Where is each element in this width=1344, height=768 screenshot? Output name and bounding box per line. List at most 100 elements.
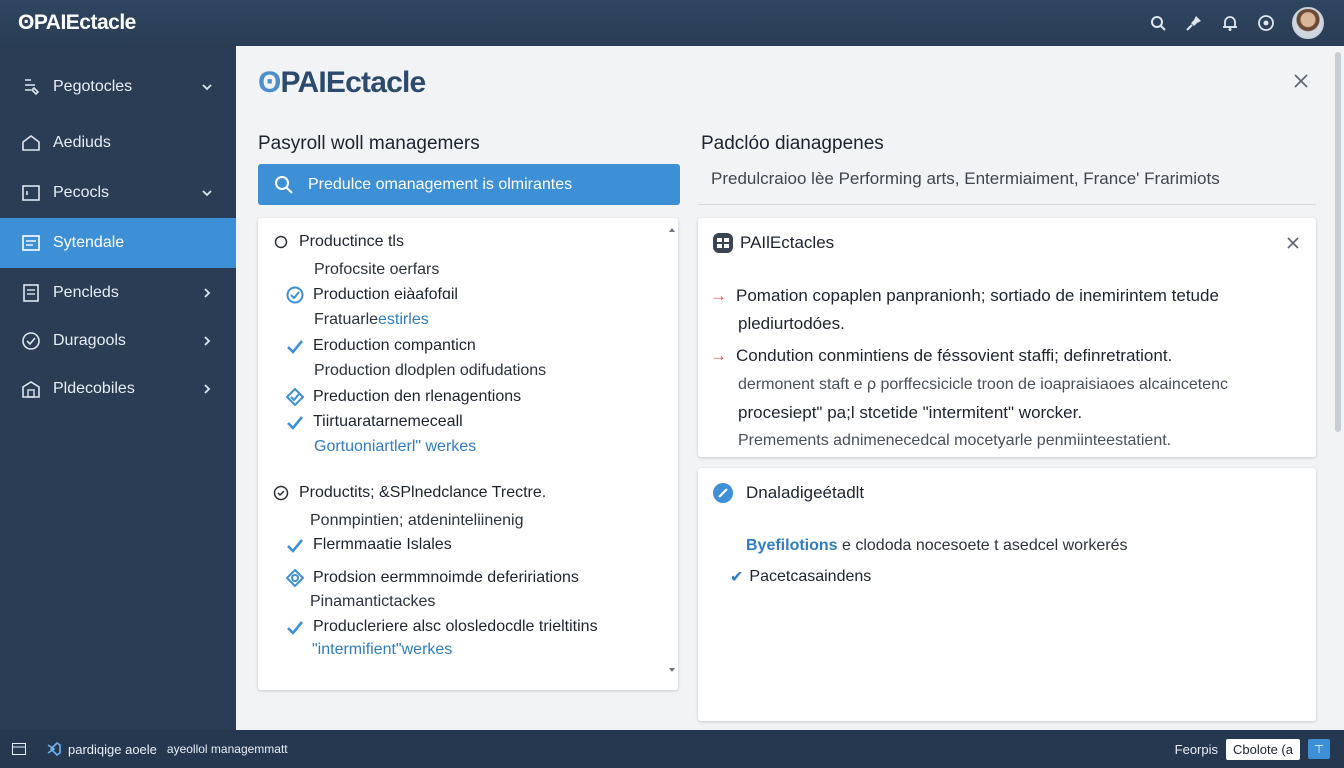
- list-group-header[interactable]: Productits; &SPlnedclance Trectre.: [272, 484, 546, 502]
- radio-check-icon: [272, 484, 290, 502]
- status-right: Feorpis Cbolote (a ⊤: [1175, 730, 1330, 768]
- divider: [698, 204, 1316, 205]
- search-text: Predulce omanagement is olmirantes: [308, 175, 573, 193]
- scroll-up-icon[interactable]: [668, 226, 676, 234]
- detail-card: Dnaladigeétadlt Byefilotions e clododa n…: [698, 468, 1316, 721]
- alert-bullet: → Pomation copaplen panpranionh; sortiado…: [710, 286, 1219, 305]
- check-icon: [286, 618, 304, 636]
- check-sparkle-icon: [286, 569, 304, 587]
- edit-circle-icon: [712, 482, 734, 504]
- sidebar-item-label: Pegotocles: [53, 78, 133, 95]
- close-icon[interactable]: [1292, 72, 1310, 90]
- list-item[interactable]: Tiirtuaratarnemeceall: [286, 413, 463, 431]
- square-icon: [20, 182, 42, 204]
- check-icon: [286, 337, 304, 355]
- check-circle-icon: [286, 286, 304, 304]
- card-text: procesiept" pa;l stcetide "intermitent" …: [738, 403, 1083, 422]
- sidebar-item-pencleds[interactable]: Pencleds: [0, 268, 236, 318]
- search-icon: [275, 175, 293, 194]
- avatar[interactable]: [1292, 7, 1324, 39]
- bell-icon[interactable]: [1220, 13, 1240, 33]
- list-link[interactable]: Gortuoniartlerl" werkes: [314, 438, 476, 456]
- chevron-down-icon[interactable]: [200, 186, 214, 200]
- sidebar-item-label: Duragools: [53, 332, 126, 349]
- list-item[interactable]: Producleriere alsc olosledocdle trieltit…: [286, 618, 598, 636]
- list-item[interactable]: Prodsion eermmnoimde defeririations: [286, 569, 579, 587]
- chevron-right-icon[interactable]: [200, 286, 214, 300]
- arrow-right-icon: →: [710, 286, 727, 305]
- top-bar: ʘPAIEctacle: [0, 0, 1344, 46]
- main-scrollbar[interactable]: [1332, 46, 1344, 730]
- calendar-grid-icon: [20, 232, 42, 254]
- check-icon: [286, 413, 304, 431]
- vscode-icon: [46, 741, 62, 757]
- home-icon: [20, 132, 42, 154]
- search-input[interactable]: Predulce omanagement is olmirantes: [258, 164, 680, 205]
- brand-logo[interactable]: ʘPAIEctacle: [18, 11, 136, 35]
- card-text: plediurtodóes.: [738, 314, 845, 333]
- list-item: Production dlodplen odifudations: [314, 362, 547, 379]
- arrow-right-icon: →: [710, 346, 727, 365]
- scroll-down-icon[interactable]: [668, 666, 676, 674]
- production-list-panel[interactable]: Productince tls Profocsite oerfars Produ…: [258, 218, 678, 690]
- list-link[interactable]: "intermifient"werkes: [312, 641, 452, 659]
- status-label[interactable]: pardiqige aoele: [68, 742, 157, 757]
- list-item[interactable]: Production eiàafofɑil: [286, 286, 458, 304]
- list-item: Ponmpintien; atdeninteliinenig: [310, 512, 524, 529]
- list-group-header[interactable]: Productince tls: [272, 233, 404, 251]
- list-item: Pinamantictackes: [310, 593, 436, 610]
- list-item[interactable]: Flermmaatie Islales: [286, 536, 452, 554]
- sidebar-item-label: Pecocls: [53, 184, 110, 201]
- sidebar-item-pldecobiles[interactable]: Pldecobiles: [0, 364, 236, 414]
- sidebar-item-sytendale[interactable]: Sytendale: [0, 218, 236, 268]
- status-badge[interactable]: Cbolote (a: [1226, 738, 1300, 760]
- alert-bullet: → Condution conmintiens de féssovient sta…: [710, 346, 1173, 365]
- info-card: PAIlEctacles → Pomation copaplen panprani…: [698, 218, 1316, 457]
- top-icons: [1148, 0, 1344, 46]
- logo-mark-icon: ʘ: [258, 66, 281, 99]
- sidebar-item-aediuds[interactable]: Aediuds: [0, 118, 236, 168]
- status-sub: ayeollol managemmatt: [166, 742, 288, 756]
- list-item[interactable]: Preduction den rlenagentions: [286, 388, 521, 406]
- tools-icon: [20, 76, 42, 98]
- list-item: Fratuarle estirles: [314, 311, 429, 328]
- sidebar-item-duragools[interactable]: Duragools: [0, 318, 236, 364]
- pin-icon[interactable]: [1184, 13, 1204, 33]
- document-icon: [20, 282, 42, 304]
- card-text: dermonent staft e ρ porffecsicicle troon…: [738, 376, 1228, 393]
- sidebar-item-pecocls[interactable]: Pecocls: [0, 168, 236, 218]
- close-icon[interactable]: [1286, 236, 1300, 250]
- chevron-down-icon[interactable]: [200, 80, 214, 94]
- checked-item[interactable]: ✔ Pacetcasaindens: [730, 567, 871, 587]
- sidebar-item-label: Pldecobiles: [53, 380, 135, 397]
- check-icon: [286, 536, 304, 554]
- right-column-title: Padclóo dianagpenes: [701, 133, 884, 154]
- left-column-title: Pasyroll woll managemers: [258, 133, 480, 154]
- scroll-thumb[interactable]: [1335, 52, 1341, 432]
- status-bar: pardiqige aoele ayeollol managemmatt Feo…: [0, 730, 1344, 768]
- window-icon[interactable]: [12, 743, 26, 755]
- card-text: Premements adnimenecedcal mocetyarle pen…: [738, 432, 1172, 449]
- card-title: PAIlEctacles: [712, 232, 834, 254]
- status-right-label[interactable]: Feorpis: [1175, 742, 1218, 757]
- radio-icon: [272, 233, 290, 251]
- card-text: Byefilotions e clododa nocesoete t asedc…: [746, 537, 1128, 554]
- sidebar-item-pegotocles[interactable]: Pegotocles: [0, 62, 236, 112]
- chevron-right-icon[interactable]: [200, 382, 214, 396]
- building-icon: [20, 378, 42, 400]
- list-item[interactable]: Eroduction companticn: [286, 337, 476, 355]
- card-title: Dnaladigeétadlt: [712, 482, 864, 504]
- settings-icon[interactable]: [1256, 13, 1276, 33]
- grid-app-icon: [712, 232, 734, 254]
- status-left: pardiqige aoele ayeollol managemmatt: [12, 730, 288, 768]
- search-icon[interactable]: [1148, 13, 1168, 33]
- main-content: ʘPAIEctacle Pasyroll woll managemers Pad…: [236, 46, 1344, 730]
- check-icon: ✔: [730, 569, 744, 586]
- main-logo: ʘPAIEctacle: [258, 66, 426, 99]
- layout-toggle[interactable]: ⊤: [1308, 739, 1330, 759]
- check-circle-icon: [20, 330, 42, 352]
- chevron-right-icon[interactable]: [200, 334, 214, 348]
- sidebar-item-label: Pencleds: [53, 284, 119, 301]
- sidebar-item-label: Aediuds: [53, 134, 111, 151]
- list-item: Profocsite oerfars: [314, 261, 440, 278]
